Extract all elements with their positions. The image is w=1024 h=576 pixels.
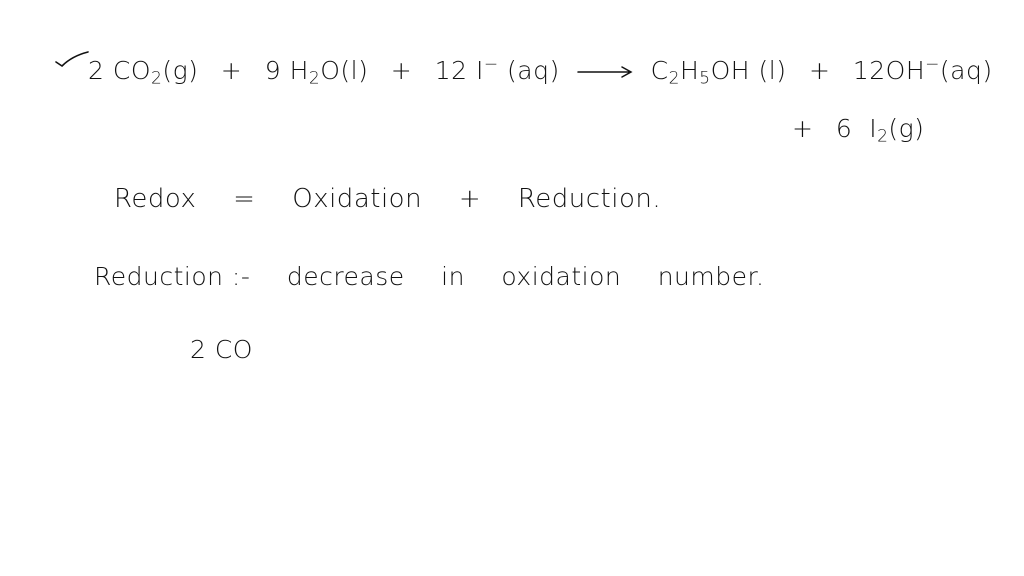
equation-line-1: 2 CO2(g) + 9 H2O(l) + 12 I− (aq) C2H5OH … xyxy=(88,54,993,89)
redox-term: Redox xyxy=(114,184,197,214)
product-hydroxide: 12OH−(aq) xyxy=(852,54,993,85)
plus-sign: + xyxy=(220,56,243,85)
plus-sign: + xyxy=(458,184,482,214)
note-word: oxidation xyxy=(501,262,622,291)
plus-sign: + xyxy=(390,56,413,85)
note-word: number. xyxy=(657,262,765,291)
reduction-note: Reduction :- decrease in oxidation numbe… xyxy=(94,264,764,289)
plus-sign: + xyxy=(808,56,831,85)
partial-work-text: 2 CO xyxy=(190,335,253,364)
redox-definition: Redox = Oxidation + Reduction. xyxy=(114,186,661,212)
equals-sign: = xyxy=(233,184,256,214)
reduction-term: Reduction. xyxy=(517,184,662,214)
plus-sign: + xyxy=(792,114,814,143)
whiteboard: 2 CO2(g) + 9 H2O(l) + 12 I− (aq) C2H5OH … xyxy=(0,0,1024,576)
checkmark-icon xyxy=(55,51,89,68)
product-ethanol: C2H5OH (l) xyxy=(650,56,787,89)
note-word: in xyxy=(441,262,465,291)
partial-work: 2 CO xyxy=(190,337,253,362)
equation-line-2: + 6 I2(g) xyxy=(792,114,925,147)
reactant-co2: 2 CO2(g) xyxy=(88,56,199,89)
reduction-label: Reduction :- xyxy=(94,262,251,291)
reactant-h2o: 9 H2O(l) xyxy=(264,56,369,89)
right-arrow-icon xyxy=(577,66,633,78)
reactant-iodide: 12 I− (aq) xyxy=(434,54,560,85)
oxidation-term: Oxidation xyxy=(292,184,423,214)
note-word: decrease xyxy=(286,262,405,291)
product-iodine: 6 I2(g) xyxy=(835,114,925,147)
